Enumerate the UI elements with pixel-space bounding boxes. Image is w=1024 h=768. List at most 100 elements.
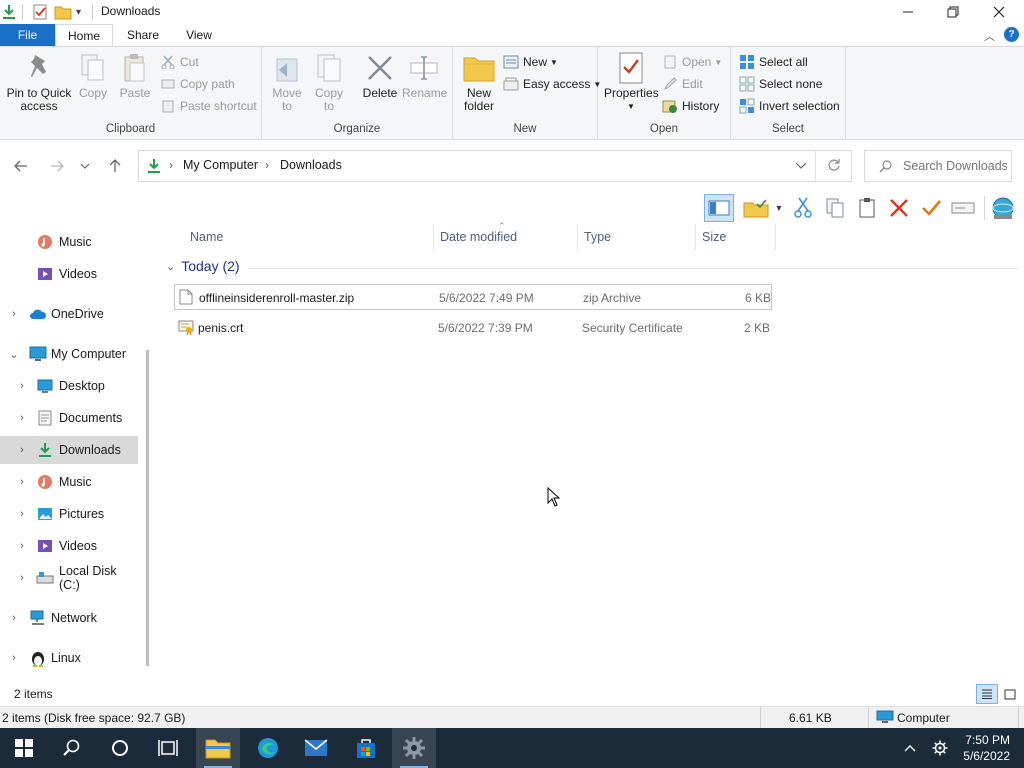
column-header-name[interactable]: Name bbox=[184, 224, 434, 250]
minimize-ribbon-icon[interactable]: ︿ bbox=[984, 28, 995, 44]
properties-button[interactable]: Properties ▼ bbox=[604, 51, 659, 113]
file-row[interactable]: penis.crt 5/6/2022 7:39 PM Security Cert… bbox=[174, 315, 772, 341]
expand-chevron-icon[interactable]: › bbox=[16, 412, 28, 424]
nav-item-desktop[interactable]: › Desktop bbox=[0, 372, 138, 400]
copy-tool-icon[interactable] bbox=[822, 196, 848, 220]
breadcrumb-my-computer[interactable]: My Computer bbox=[183, 158, 258, 172]
nav-item-music-2[interactable]: › Music bbox=[0, 468, 138, 496]
delete-button[interactable]: Delete bbox=[356, 51, 404, 100]
minimize-button[interactable] bbox=[885, 0, 931, 24]
refresh-icon[interactable] bbox=[827, 158, 841, 175]
cut-button[interactable]: Cut bbox=[160, 52, 199, 72]
paste-shortcut-button[interactable]: Paste shortcut bbox=[160, 96, 257, 116]
copy-button[interactable]: Copy bbox=[76, 51, 110, 100]
select-none-button[interactable]: Select none bbox=[739, 74, 822, 94]
taskbar-clock[interactable]: 7:50 PM 5/6/2022 bbox=[963, 732, 1010, 764]
paste-tool-icon[interactable] bbox=[854, 196, 880, 220]
expand-chevron-icon[interactable]: › bbox=[16, 508, 28, 520]
download-icon[interactable] bbox=[2, 3, 16, 21]
properties-quick-icon[interactable] bbox=[32, 3, 48, 21]
expand-chevron-icon[interactable]: › bbox=[16, 444, 28, 456]
tab-share[interactable]: Share bbox=[113, 24, 173, 46]
copy-to-button[interactable]: Copy to bbox=[310, 51, 348, 113]
folder-options-icon[interactable] bbox=[742, 196, 770, 220]
start-windows-icon[interactable] bbox=[2, 728, 46, 768]
collapse-chevron-icon[interactable]: ⌄ bbox=[8, 348, 20, 361]
nav-item-local-disk[interactable]: › Local Disk (C:) bbox=[0, 564, 138, 592]
history-button[interactable]: History bbox=[662, 96, 719, 116]
nav-item-my-computer[interactable]: ⌄ My Computer bbox=[0, 340, 138, 368]
mail-icon[interactable] bbox=[294, 728, 338, 768]
delete-tool-icon[interactable] bbox=[886, 196, 912, 220]
breadcrumb-downloads[interactable]: Downloads bbox=[280, 158, 342, 172]
nav-item-music[interactable]: Music bbox=[0, 228, 138, 256]
nav-item-documents[interactable]: › Documents bbox=[0, 404, 138, 432]
rename-button[interactable]: Rename bbox=[402, 51, 447, 100]
expand-chevron-icon[interactable]: › bbox=[16, 540, 28, 552]
column-header-size[interactable]: Size bbox=[696, 224, 776, 250]
nav-item-downloads[interactable]: › Downloads bbox=[0, 436, 138, 464]
expand-chevron-icon[interactable]: › bbox=[8, 308, 20, 320]
address-dropdown-icon[interactable] bbox=[795, 159, 807, 173]
cortana-icon[interactable] bbox=[98, 728, 142, 768]
file-explorer-taskbar-icon[interactable] bbox=[196, 728, 240, 768]
open-button[interactable]: Open ▼ bbox=[662, 52, 722, 72]
expand-chevron-icon[interactable]: › bbox=[16, 572, 28, 584]
tab-home[interactable]: Home bbox=[55, 24, 113, 46]
properties-tool-icon[interactable] bbox=[918, 196, 944, 220]
column-header-type[interactable]: Type bbox=[578, 224, 696, 250]
new-folder-button[interactable]: New folder bbox=[459, 51, 499, 113]
tab-file[interactable]: File bbox=[0, 24, 55, 46]
nav-item-network[interactable]: › Network bbox=[0, 604, 138, 632]
select-all-button[interactable]: Select all bbox=[739, 52, 808, 72]
edge-browser-icon[interactable] bbox=[246, 728, 290, 768]
preview-pane-icon[interactable] bbox=[704, 194, 734, 222]
edit-button[interactable]: Edit bbox=[662, 74, 703, 94]
column-header-date-modified[interactable]: Date modified bbox=[434, 224, 578, 250]
forward-button[interactable] bbox=[44, 154, 70, 178]
move-to-button[interactable]: Move to bbox=[268, 51, 306, 113]
expand-chevron-icon[interactable]: › bbox=[8, 612, 20, 624]
search-box[interactable] bbox=[864, 150, 1012, 182]
close-button[interactable] bbox=[976, 0, 1022, 24]
address-bar[interactable]: › My Computer › Downloads bbox=[138, 150, 852, 182]
store-icon[interactable] bbox=[344, 728, 388, 768]
settings-gear-taskbar-icon[interactable] bbox=[392, 728, 436, 768]
collapse-group-chevron-icon[interactable]: ⌄ bbox=[166, 260, 175, 273]
customize-toolbar-icon[interactable]: ▾ bbox=[76, 3, 81, 21]
help-icon[interactable]: ? bbox=[1004, 27, 1019, 42]
large-icons-view-icon[interactable] bbox=[1001, 686, 1019, 702]
easy-access-button[interactable]: Easy access ▼ bbox=[503, 74, 601, 94]
folder-options-dropdown-icon[interactable]: ▼ bbox=[772, 196, 786, 220]
task-view-icon[interactable] bbox=[146, 728, 190, 768]
expand-chevron-icon[interactable]: › bbox=[8, 652, 20, 664]
new-item-button[interactable]: New ▼ bbox=[503, 52, 558, 72]
nav-item-onedrive[interactable]: › OneDrive bbox=[0, 300, 138, 328]
up-button[interactable] bbox=[102, 154, 128, 178]
nav-scrollbar[interactable] bbox=[146, 350, 149, 666]
nav-item-videos-2[interactable]: › Videos bbox=[0, 532, 138, 560]
cut-tool-icon[interactable] bbox=[790, 196, 816, 220]
nav-item-linux[interactable]: › Linux bbox=[0, 644, 138, 672]
pin-quick-access-button[interactable]: Pin to Quick access bbox=[4, 51, 74, 113]
back-button[interactable] bbox=[8, 154, 34, 178]
maximize-button[interactable] bbox=[930, 0, 976, 24]
group-header-today[interactable]: ⌄ Today (2) bbox=[166, 258, 240, 274]
file-row[interactable]: offlineinsiderenroll-master.zip 5/6/2022… bbox=[174, 284, 772, 310]
search-taskbar-icon[interactable] bbox=[50, 728, 94, 768]
new-folder-quick-icon[interactable] bbox=[54, 3, 72, 21]
expand-chevron-icon[interactable]: › bbox=[16, 380, 28, 392]
paste-button[interactable]: Paste bbox=[116, 51, 154, 100]
invert-selection-button[interactable]: Invert selection bbox=[739, 96, 840, 116]
nav-item-videos[interactable]: Videos bbox=[0, 260, 138, 288]
settings-tray-gear-icon[interactable] bbox=[920, 728, 960, 768]
rename-tool-icon[interactable] bbox=[950, 196, 976, 220]
expand-chevron-icon[interactable]: › bbox=[16, 476, 28, 488]
nav-item-pictures[interactable]: › Pictures bbox=[0, 500, 138, 528]
recent-locations-button[interactable] bbox=[74, 154, 96, 178]
network-globe-icon[interactable] bbox=[990, 196, 1016, 220]
details-view-icon[interactable] bbox=[976, 684, 998, 704]
tab-view[interactable]: View bbox=[173, 24, 225, 46]
copy-path-button[interactable]: Copy path bbox=[160, 74, 235, 94]
search-input[interactable] bbox=[903, 159, 1007, 173]
